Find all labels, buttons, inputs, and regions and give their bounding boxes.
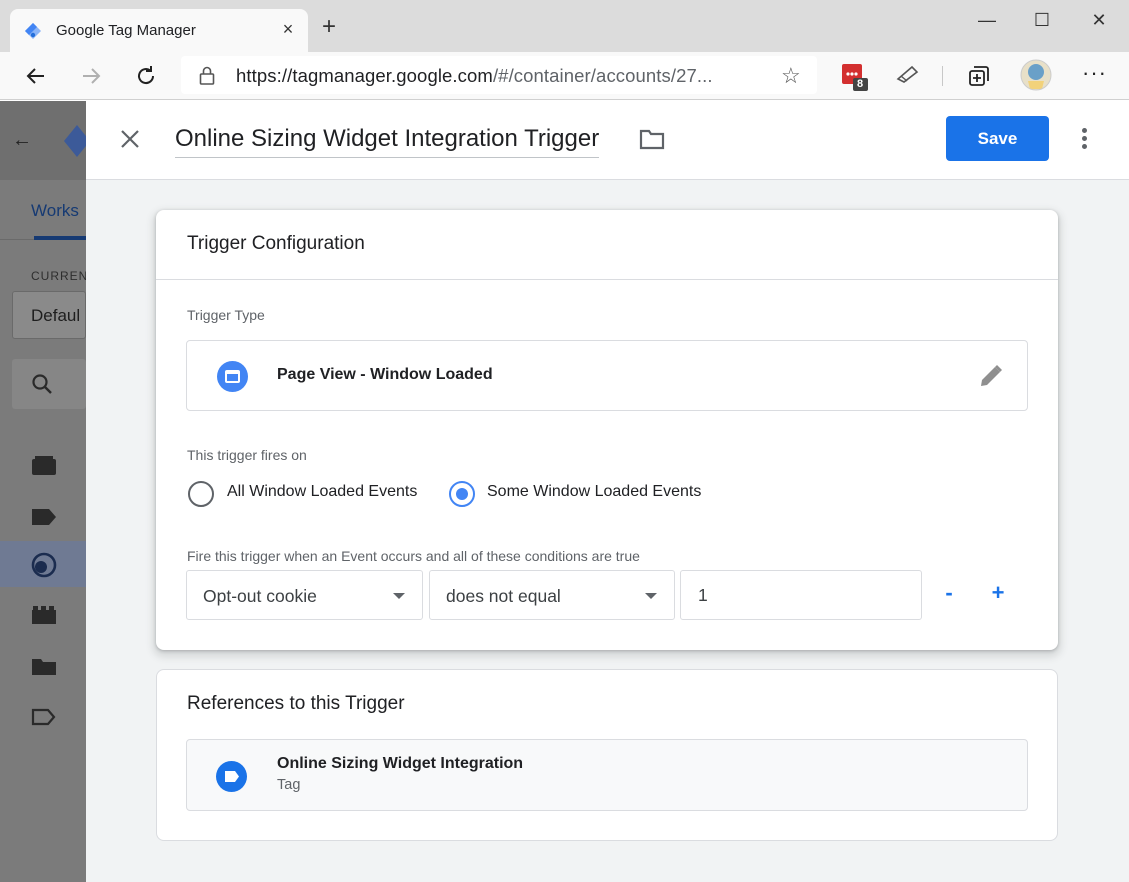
some-events-radio[interactable] (449, 481, 475, 507)
background-workspace-tab: Works (31, 201, 79, 220)
reference-name: Online Sizing Widget Integration (277, 755, 524, 772)
trigger-editor-panel: Online Sizing Widget Integration Trigger… (86, 101, 1129, 882)
operator-select-value: does not equal (446, 586, 561, 606)
collections-icon[interactable] (968, 65, 990, 92)
window-close-button[interactable]: ✕ (1087, 8, 1111, 32)
tag-icon (216, 761, 247, 792)
references-title: References to this Trigger (187, 693, 405, 714)
pen-extension-icon[interactable] (896, 63, 920, 90)
some-events-label[interactable]: Some Window Loaded Events (487, 483, 701, 501)
dropdown-arrow-icon (645, 593, 657, 599)
operator-select[interactable]: does not equal (429, 570, 675, 620)
refresh-button[interactable] (132, 62, 160, 90)
maximize-button[interactable]: ☐ (1030, 8, 1054, 32)
browser-tab[interactable]: Google Tag Manager × (10, 9, 308, 52)
browser-titlebar: Google Tag Manager × + — ☐ ✕ (0, 0, 1129, 52)
condition-label: Fire this trigger when an Event occurs a… (187, 548, 640, 564)
background-search-icon (32, 374, 52, 394)
profile-avatar[interactable] (1020, 59, 1052, 96)
gtm-favicon-icon (25, 23, 41, 39)
background-back-arrow-icon: ← (12, 129, 32, 151)
card-title: Trigger Configuration (187, 233, 365, 254)
browser-menu-button[interactable]: ··· (1082, 60, 1107, 86)
background-folders-icon (32, 659, 56, 675)
forward-arrow-icon (83, 68, 101, 84)
references-card: References to this Trigger Online Sizing… (156, 669, 1058, 841)
background-search-box (12, 359, 86, 409)
background-overview-icon (32, 456, 56, 475)
add-condition-button[interactable]: + (983, 578, 1013, 608)
browser-toolbar: https://tagmanager.google.com/#/containe… (0, 52, 1129, 100)
url-text: https://tagmanager.google.com/#/containe… (236, 65, 713, 86)
close-icon (121, 130, 139, 148)
trigger-name-input[interactable]: Online Sizing Widget Integration Trigger (175, 125, 600, 158)
background-templates-icon (31, 708, 56, 726)
extension-badge: 8 (857, 78, 864, 90)
folder-icon[interactable] (639, 128, 665, 150)
lock-icon (199, 66, 215, 85)
trigger-type-selector[interactable]: Page View - Window Loaded (186, 340, 1028, 411)
refresh-icon (138, 66, 155, 85)
all-events-radio[interactable] (188, 481, 214, 507)
condition-value-input[interactable] (680, 570, 922, 620)
background-tags-icon (32, 509, 56, 525)
reference-type: Tag (277, 777, 301, 793)
fires-on-label: This trigger fires on (187, 447, 307, 463)
close-panel-button[interactable] (116, 125, 144, 153)
all-events-label[interactable]: All Window Loaded Events (227, 483, 417, 501)
back-arrow-icon (26, 68, 44, 84)
trigger-editor-header: Online Sizing Widget Integration Trigger… (86, 101, 1129, 180)
address-bar[interactable]: https://tagmanager.google.com/#/containe… (181, 56, 817, 94)
window-loaded-icon (217, 361, 248, 392)
background-gtm-logo-icon (64, 125, 86, 157)
background-workspace-select: Defaul (12, 291, 86, 339)
trigger-configuration-card: Trigger Configuration Trigger Type Page … (156, 210, 1058, 650)
trigger-type-label: Trigger Type (187, 307, 265, 323)
dropdown-arrow-icon (393, 593, 405, 599)
favorite-star-icon[interactable]: ☆ (781, 63, 801, 89)
remove-condition-button[interactable]: - (934, 578, 964, 608)
variable-select-value: Opt-out cookie (203, 586, 317, 606)
background-workspace-name: Defaul (31, 306, 81, 325)
save-button[interactable]: Save (946, 116, 1049, 161)
trigger-type-value: Page View - Window Loaded (277, 366, 493, 383)
card-divider (156, 279, 1058, 280)
background-tabs: Works (0, 180, 86, 240)
background-section-label: CURREN (31, 269, 86, 283)
reference-item[interactable]: Online Sizing Widget Integration Tag (186, 739, 1028, 811)
background-app-header: ← (0, 101, 86, 180)
tab-close-icon[interactable]: × (278, 19, 298, 39)
toolbar-separator (942, 66, 943, 86)
new-tab-button[interactable]: + (318, 15, 340, 39)
variable-select[interactable]: Opt-out cookie (186, 570, 423, 620)
extension-icon[interactable]: 8 (841, 62, 871, 97)
forward-button[interactable] (77, 62, 105, 90)
background-triggers-icon (31, 552, 57, 578)
back-button[interactable] (22, 62, 50, 90)
more-options-icon[interactable] (1074, 125, 1094, 153)
background-variables-icon (32, 606, 56, 624)
tab-title: Google Tag Manager (56, 22, 196, 39)
background-app-overlay: ← Works CURREN Defaul (0, 101, 86, 882)
edit-pencil-icon[interactable] (978, 363, 1004, 389)
background-tab-indicator (34, 236, 86, 240)
minimize-button[interactable]: — (975, 8, 999, 32)
